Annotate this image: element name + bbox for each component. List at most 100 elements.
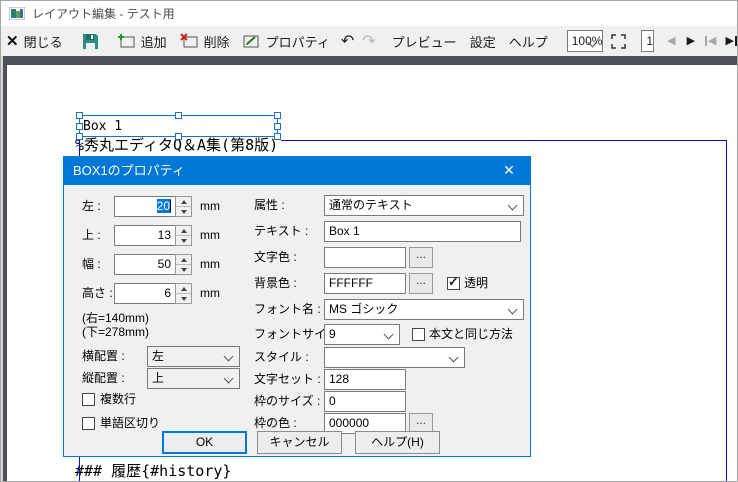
undo-button[interactable]: ↶: [341, 31, 354, 51]
checkmark-icon: ✓: [448, 274, 459, 289]
box-properties-dialog: BOX1のプロパティ ✕ 左 : 20 mm 上 : 13 mm 幅: 50 …: [63, 156, 531, 457]
preview-button[interactable]: プレビュー: [392, 32, 457, 51]
top-value: 13: [157, 228, 171, 242]
height-unit: mm: [200, 286, 220, 300]
attr-value: 通常のテキスト: [329, 198, 413, 212]
zoom-select[interactable]: 100%: [566, 30, 604, 52]
resize-handle-top-left[interactable]: [76, 112, 83, 119]
same-as-body-checkbox[interactable]: [412, 328, 425, 341]
width-spinner[interactable]: [175, 254, 192, 275]
charset-input[interactable]: 128: [324, 369, 406, 390]
close-icon: ✕: [503, 162, 515, 178]
bgcolor-picker-button[interactable]: ...: [409, 273, 433, 294]
undo-icon: ↶: [340, 33, 355, 50]
width-unit: mm: [200, 257, 220, 271]
app-window: レイアウト編集 - テスト用 ✕ 閉じる 追加 削除 プロパティ ↶ ↷ プレビ…: [0, 0, 738, 482]
layout-canvas[interactable]: ### 履歴{#history} %秀丸エディタQ＆A集(第8版) Box 1 …: [1, 56, 737, 481]
multiline-label: 複数行: [100, 392, 137, 406]
dialog-help-button[interactable]: ヘルプ(H): [355, 431, 440, 454]
page-number-input[interactable]: 1: [641, 30, 655, 52]
top-spinner[interactable]: [175, 225, 192, 246]
resize-handle-bottom-middle[interactable]: [175, 133, 182, 140]
fontsize-select[interactable]: 9: [324, 324, 400, 345]
redo-button[interactable]: ↷: [362, 31, 375, 51]
spin-up-icon: [180, 199, 187, 204]
first-page-bar-icon: [705, 36, 708, 46]
top-input[interactable]: 13: [114, 225, 176, 246]
cancel-label: キャンセル: [269, 435, 330, 449]
style-select[interactable]: [324, 347, 465, 368]
textcolor-input[interactable]: [324, 247, 406, 268]
properties-label: プロパティ: [265, 34, 330, 50]
halign-select[interactable]: 左: [147, 346, 240, 367]
spin-down-icon: [180, 238, 187, 243]
spin-up-icon: [180, 228, 187, 233]
prev-page-button[interactable]: ◀: [667, 35, 675, 47]
same-as-body-label: 本文と同じ方法: [429, 327, 514, 341]
bgcolor-label: 背景色 :: [254, 276, 297, 290]
multiline-checkbox[interactable]: [82, 393, 95, 406]
dialog-title-bar[interactable]: BOX1のプロパティ ✕: [64, 157, 530, 185]
app-icon: [9, 7, 25, 20]
title-bar[interactable]: レイアウト編集 - テスト用: [1, 1, 737, 26]
bgcolor-input[interactable]: FFFFFF: [324, 273, 406, 294]
cancel-button[interactable]: キャンセル: [257, 431, 342, 454]
chevron-down-icon: [223, 373, 234, 384]
chevron-down-icon: [448, 352, 459, 363]
textcolor-picker-button[interactable]: ...: [409, 247, 433, 268]
save-button[interactable]: [82, 33, 99, 50]
settings-button[interactable]: 設定: [470, 32, 496, 51]
spin-down-icon: [180, 267, 187, 272]
fit-page-button[interactable]: [611, 33, 627, 49]
add-label: 追加: [140, 34, 167, 50]
dialog-title: BOX1のプロパティ: [73, 163, 185, 178]
left-unit: mm: [200, 199, 220, 213]
bgcolor-value: FFFFFF: [329, 276, 373, 290]
bordersize-input[interactable]: 0: [324, 391, 406, 412]
first-page-button[interactable]: ◀: [705, 35, 717, 47]
attr-select[interactable]: 通常のテキスト: [324, 195, 524, 216]
style-label: スタイル :: [254, 350, 309, 364]
last-page-button[interactable]: ▶: [725, 34, 737, 47]
properties-button[interactable]: プロパティ: [243, 32, 330, 51]
text-input[interactable]: Box 1: [324, 221, 521, 242]
help-button[interactable]: ヘルプ: [509, 32, 548, 51]
page-number-value: 1: [646, 34, 654, 48]
resize-handle-bottom-right[interactable]: [274, 133, 281, 140]
resize-handle-middle-left[interactable]: [76, 123, 83, 130]
width-input[interactable]: 50: [114, 254, 176, 275]
close-x-icon: ✕: [6, 33, 19, 50]
resize-handle-top-middle[interactable]: [175, 112, 182, 119]
ok-button[interactable]: OK: [162, 431, 247, 454]
delete-button[interactable]: 削除: [179, 32, 230, 51]
transparent-checkbox[interactable]: ✓: [447, 274, 460, 290]
top-unit: mm: [200, 228, 220, 242]
halign-label: 横配置 :: [82, 349, 125, 363]
layout-box-1[interactable]: Box 1: [76, 112, 281, 140]
spin-up-icon: [180, 257, 187, 262]
wordbreak-checkbox[interactable]: [82, 417, 95, 430]
last-page-bar-icon: [734, 36, 737, 46]
add-button[interactable]: 追加: [117, 32, 167, 51]
toolbar: ✕ 閉じる 追加 削除 プロパティ ↶ ↷ プレビュー 設定 ヘルプ 100% …: [1, 26, 737, 56]
ellipsis-icon: ...: [415, 273, 426, 287]
resize-handle-middle-right[interactable]: [274, 123, 281, 130]
wordbreak-label: 単語区切り: [100, 416, 161, 430]
resize-handle-top-right[interactable]: [274, 112, 281, 119]
height-input[interactable]: 6: [114, 283, 176, 304]
close-label: 閉じる: [23, 34, 63, 50]
spin-down-icon: [180, 209, 187, 214]
charset-label: 文字セット :: [254, 372, 321, 386]
close-button[interactable]: ✕ 閉じる: [6, 32, 63, 51]
chevron-down-icon: [223, 351, 234, 362]
valign-select[interactable]: 上: [147, 368, 240, 389]
left-spinner[interactable]: [175, 196, 192, 217]
top-label: 上 :: [82, 228, 101, 242]
last-page-icon: ▶: [725, 34, 734, 47]
fontname-select[interactable]: MS ゴシック: [324, 299, 524, 320]
height-spinner[interactable]: [175, 283, 192, 304]
resize-handle-bottom-left[interactable]: [76, 133, 83, 140]
dialog-close-button[interactable]: ✕: [488, 157, 530, 185]
next-page-button[interactable]: ▶: [687, 35, 695, 47]
left-input[interactable]: 20: [114, 196, 176, 217]
